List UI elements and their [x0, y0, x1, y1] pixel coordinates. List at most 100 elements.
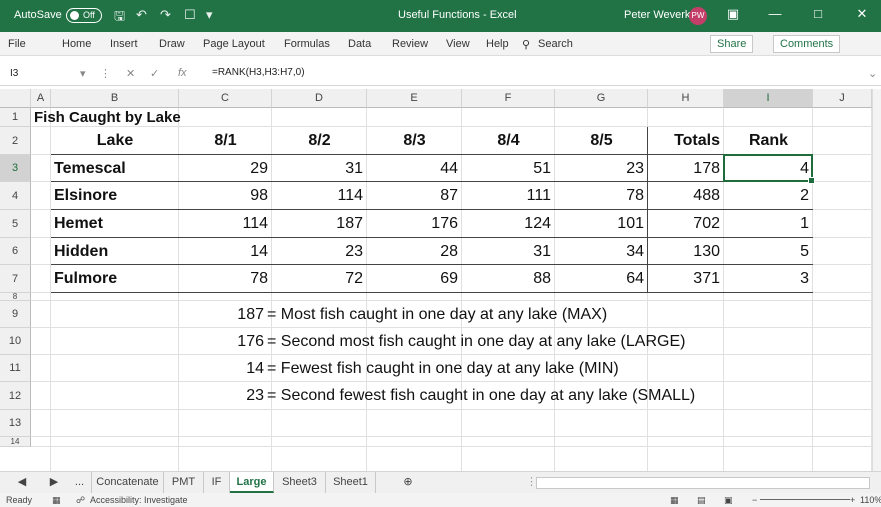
sheet-tab-pmt[interactable]: PMT — [164, 472, 204, 493]
redo-icon[interactable]: ↷ — [160, 7, 171, 23]
table-value-cell[interactable]: 130 — [648, 242, 720, 262]
table-value-cell[interactable]: 114 — [179, 214, 268, 234]
enter-icon[interactable]: ✓ — [150, 67, 159, 80]
row-header-10[interactable]: 10 — [0, 328, 31, 355]
tab-insert[interactable]: Insert — [110, 38, 138, 50]
normal-view-icon[interactable]: ▦ — [670, 495, 679, 506]
table-value-cell[interactable]: 111 — [462, 186, 551, 206]
table-value-cell[interactable]: 1 — [724, 214, 809, 234]
customize-toolbar-icon[interactable]: ▾ — [206, 7, 213, 23]
table-header-cell[interactable]: Totals — [648, 131, 720, 151]
sheet-tab-sheet3[interactable]: Sheet3 — [274, 472, 326, 493]
table-value-cell[interactable]: 702 — [648, 214, 720, 234]
expand-formula-icon[interactable]: ⌄ — [868, 67, 877, 80]
stat-value-cell[interactable]: 14 — [179, 359, 264, 379]
comments-button[interactable]: Comments — [773, 35, 841, 53]
row-header-14[interactable]: 14 — [0, 437, 31, 447]
table-header-cell[interactable]: Lake — [51, 131, 179, 151]
lake-name-cell[interactable]: Elsinore — [54, 186, 117, 206]
table-value-cell[interactable]: 34 — [555, 242, 644, 262]
column-header-g[interactable]: G — [555, 89, 648, 108]
column-header-c[interactable]: C — [179, 89, 272, 108]
sheet-tab-if[interactable]: IF — [204, 472, 230, 493]
table-value-cell[interactable]: 23 — [272, 242, 363, 262]
select-all-corner[interactable] — [0, 89, 31, 108]
user-name[interactable]: Peter Weverka — [624, 9, 697, 21]
touch-mode-icon[interactable]: ☐ — [184, 7, 196, 23]
table-value-cell[interactable]: 176 — [367, 214, 458, 234]
table-value-cell[interactable]: 488 — [648, 186, 720, 206]
table-value-cell[interactable]: 44 — [367, 159, 458, 179]
search-icon[interactable]: ⚲ — [522, 38, 530, 51]
tab-page-layout[interactable]: Page Layout — [203, 38, 265, 50]
close-icon[interactable]: ✕ — [852, 6, 872, 22]
column-header-b[interactable]: B — [51, 89, 179, 108]
table-value-cell[interactable]: 2 — [724, 186, 809, 206]
table-value-cell[interactable]: 5 — [724, 242, 809, 262]
worksheet-grid[interactable]: ABCDEFGHIJ 1 2 3 4 5 6 7 8 9 10 11 12 13 14 Fish Caug… — [0, 89, 881, 471]
vertical-scrollbar[interactable] — [872, 89, 881, 471]
table-header-cell[interactable]: 8/4 — [462, 131, 555, 151]
row-header-8[interactable]: 8 — [0, 293, 31, 301]
formula-input[interactable]: =RANK(H3,H3:H7,0) — [212, 67, 305, 78]
cancel-icon[interactable]: ✕ — [126, 67, 135, 80]
tab-formulas[interactable]: Formulas — [284, 38, 330, 50]
sheet-tab-sheet1[interactable]: Sheet1 — [326, 472, 376, 493]
column-header-j[interactable]: J — [813, 89, 872, 108]
table-value-cell[interactable]: 87 — [367, 186, 458, 206]
table-value-cell[interactable]: 88 — [462, 269, 551, 289]
sheet-tab-large[interactable]: Large — [230, 472, 274, 493]
tab-scroll-left-icon[interactable]: ◀ — [14, 472, 30, 493]
table-value-cell[interactable]: 101 — [555, 214, 644, 234]
table-value-cell[interactable]: 72 — [272, 269, 363, 289]
table-header-cell[interactable]: Rank — [724, 131, 813, 151]
zoom-in-icon[interactable]: + — [850, 495, 855, 505]
row-header-13[interactable]: 13 — [0, 410, 31, 437]
lake-name-cell[interactable]: Hemet — [54, 214, 103, 234]
stat-value-cell[interactable]: 176 — [179, 332, 264, 352]
maximize-icon[interactable]: □ — [808, 6, 828, 21]
table-value-cell[interactable]: 178 — [648, 159, 720, 179]
table-header-cell[interactable]: 8/5 — [555, 131, 648, 151]
add-sheet-icon[interactable]: ⊕ — [398, 472, 418, 493]
table-value-cell[interactable]: 28 — [367, 242, 458, 262]
insert-function-icon[interactable]: fx — [178, 67, 187, 79]
stat-value-cell[interactable]: 187 — [179, 305, 264, 325]
row-header-3[interactable]: 3 — [0, 155, 31, 182]
table-value-cell[interactable]: 187 — [272, 214, 363, 234]
zoom-out-icon[interactable]: − — [752, 495, 757, 505]
table-value-cell[interactable]: 51 — [462, 159, 551, 179]
table-value-cell[interactable]: 31 — [462, 242, 551, 262]
column-header-e[interactable]: E — [367, 89, 462, 108]
table-header-cell[interactable]: 8/2 — [272, 131, 367, 151]
tab-view[interactable]: View — [446, 38, 470, 50]
page-break-view-icon[interactable]: ▣ — [724, 495, 733, 506]
column-header-a[interactable]: A — [31, 89, 51, 108]
share-button[interactable]: Share — [710, 35, 754, 53]
accessibility-status[interactable]: Accessibility: Investigate — [90, 495, 188, 505]
search-label[interactable]: Search — [538, 38, 573, 50]
zoom-level[interactable]: 110% — [860, 495, 881, 505]
row-header-9[interactable]: 9 — [0, 301, 31, 328]
row-header-5[interactable]: 5 — [0, 210, 31, 238]
column-header-d[interactable]: D — [272, 89, 367, 108]
tabs-splitter-icon[interactable]: ⋮ — [526, 472, 537, 493]
table-value-cell[interactable]: 14 — [179, 242, 268, 262]
row-header-4[interactable]: 4 — [0, 182, 31, 210]
lake-name-cell[interactable]: Fulmore — [54, 269, 117, 289]
table-value-cell[interactable]: 3 — [724, 269, 809, 289]
sheet-tab-concatenate[interactable]: Concatenate — [92, 472, 164, 493]
sheet-tabs-ellipsis[interactable]: ... — [68, 472, 92, 493]
tab-data[interactable]: Data — [348, 38, 371, 50]
row-header-11[interactable]: 11 — [0, 355, 31, 382]
tab-help[interactable]: Help — [486, 38, 509, 50]
minimize-icon[interactable]: — — [765, 6, 785, 21]
column-header-h[interactable]: H — [648, 89, 724, 108]
table-value-cell[interactable]: 98 — [179, 186, 268, 206]
table-value-cell[interactable]: 78 — [179, 269, 268, 289]
row-header-2[interactable]: 2 — [0, 127, 31, 155]
ribbon-display-icon[interactable]: ▣ — [723, 6, 743, 22]
column-header-i[interactable]: I — [724, 89, 813, 108]
autosave-toggle[interactable]: Off — [66, 8, 102, 23]
table-value-cell[interactable]: 69 — [367, 269, 458, 289]
